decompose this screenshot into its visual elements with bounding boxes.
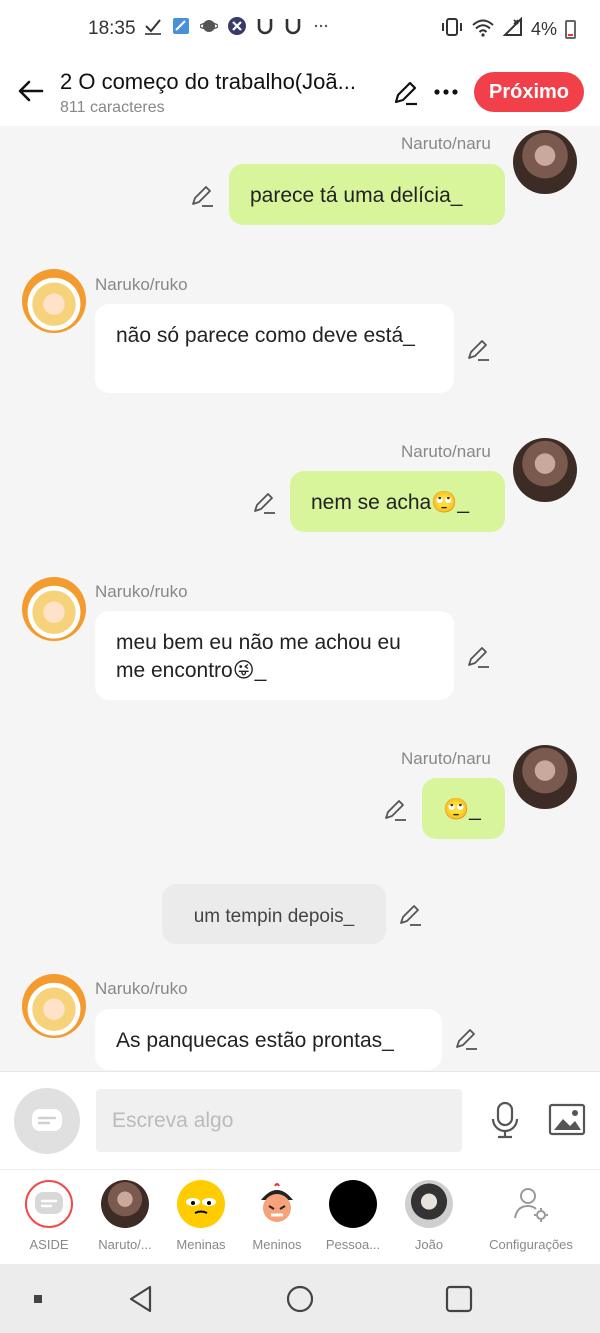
edit-message-icon[interactable] [454,1025,480,1051]
avatar[interactable] [22,577,86,641]
face-icon [261,1183,293,1222]
settings-avatar [507,1180,555,1228]
avatar [177,1180,225,1228]
chat-bubble-icon [32,1109,62,1131]
chat-area[interactable]: Naruto/naru parece tá uma delícia_ Naruk… [0,126,600,1071]
status-bar: 18:35 4% [0,0,600,60]
user-settings-icon [514,1188,548,1222]
more-options-icon[interactable] [432,78,460,106]
speaker-name: Naruko/ruko [95,979,188,998]
status-system-icons: 4% [441,16,576,42]
message-bubble[interactable]: parece tá uma delícia_ [229,164,505,225]
speaker-name: Naruto/naru [401,134,491,153]
character-label: Configurações [489,1237,573,1252]
character-label: Naruto/... [98,1237,152,1252]
u-app-icon-2 [283,16,303,36]
message-bubble[interactable]: não só parece como deve está_ [95,304,454,393]
avatar[interactable] [513,438,577,502]
avatar [101,1180,149,1228]
vibrate-icon [441,17,463,42]
system-nav-bar [0,1264,600,1333]
character-label: ASIDE [29,1237,69,1252]
more-notifications-icon [311,16,331,36]
avatar[interactable] [22,974,86,1038]
back-arrow-icon[interactable] [14,74,48,108]
character-label: Meninas [176,1237,226,1252]
close-circle-icon [227,16,247,36]
chat-bubble-icon [35,1192,63,1214]
back-triangle-icon[interactable] [126,1284,156,1314]
microphone-icon[interactable] [486,1100,524,1140]
next-button[interactable]: Próximo [474,72,584,112]
speaker-name: Naruto/naru [401,749,491,768]
message-bubble[interactable]: As panquecas estão prontas_ [95,1009,442,1070]
signal-icon [502,16,523,42]
avatar [329,1180,377,1228]
speaker-name: Naruko/ruko [95,582,188,601]
message-bubble[interactable]: meu bem eu não me achou eu me encontro😜_ [95,611,454,700]
edit-message-icon[interactable] [466,336,492,362]
wifi-icon [471,17,495,42]
character-aside[interactable]: ASIDE [12,1180,86,1252]
character-meninas[interactable]: Meninas [164,1180,238,1252]
avatar [253,1180,301,1228]
input-bar [0,1071,600,1169]
character-bar: ASIDE Naruto/... Meninas Meninos Pessoa.… [0,1169,600,1264]
edit-message-icon[interactable] [398,901,424,927]
character-meninos[interactable]: Meninos [240,1180,314,1252]
aside-avatar [25,1180,73,1228]
edit-message-icon[interactable] [383,796,409,822]
speaker-name: Naruko/ruko [95,275,188,294]
app-notification-icon [171,16,191,36]
speaker-name: Naruto/naru [401,442,491,461]
character-naruto[interactable]: Naruto/... [88,1180,162,1252]
avatar[interactable] [22,269,86,333]
character-joao[interactable]: João [392,1180,466,1252]
narration-mode-button[interactable] [14,1088,80,1154]
character-label: Meninos [252,1237,302,1252]
edit-title-icon[interactable] [392,78,420,106]
character-pessoa[interactable]: Pessoa... [316,1180,390,1252]
character-label: Pessoa... [325,1237,381,1252]
narration-bubble[interactable]: um tempin depois_ [162,884,386,944]
status-notification-icons [143,16,331,36]
character-settings[interactable]: Configurações [486,1180,576,1252]
status-time: 18:35 [88,18,136,39]
battery-percent: 4% [530,19,557,39]
character-count: 811 caracteres [60,99,165,116]
avatar[interactable] [513,130,577,194]
page-title: 2 O começo do trabalho(Joã... [60,69,356,94]
message-bubble[interactable]: 🙄_ [422,778,505,839]
edit-message-icon[interactable] [252,489,278,515]
character-label: João [414,1237,444,1252]
message-bubble[interactable]: nem se acha🙄_ [290,471,505,532]
image-icon[interactable] [548,1102,586,1138]
face-icon [186,1198,216,1214]
battery-icon [565,20,576,39]
recents-square-icon[interactable] [444,1284,474,1314]
edit-message-icon[interactable] [466,643,492,669]
check-icon [143,16,163,36]
home-circle-icon[interactable] [285,1284,315,1314]
avatar[interactable] [513,745,577,809]
planet-icon [199,16,219,36]
message-input[interactable] [96,1089,462,1152]
edit-message-icon[interactable] [190,182,216,208]
header: 2 O começo do trabalho(Joã... 811 caract… [0,60,600,126]
menu-dot-icon[interactable] [24,1284,54,1314]
avatar [405,1180,453,1228]
u-app-icon [255,16,275,36]
